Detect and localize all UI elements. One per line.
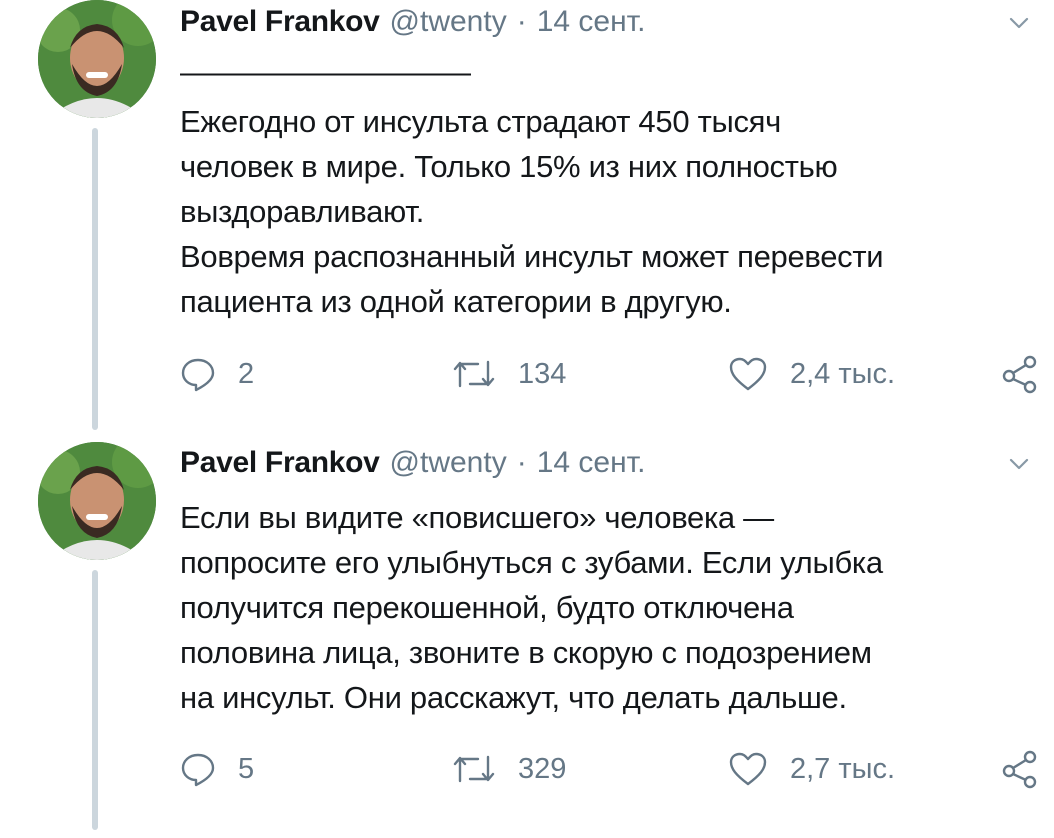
avatar[interactable] — [38, 0, 156, 118]
tweet-actions: 2 134 2,4 тыс. — [180, 352, 1042, 396]
share-button[interactable] — [1000, 352, 1054, 396]
thread-line — [92, 128, 98, 430]
reply-count: 2 — [238, 357, 255, 390]
like-count: 2,4 тыс. — [790, 357, 896, 390]
divider-text: —————————— — [180, 56, 471, 89]
like-button[interactable]: 2,4 тыс. — [728, 352, 895, 396]
avatar[interactable] — [38, 442, 156, 560]
reply-icon — [181, 358, 215, 392]
author-handle[interactable]: @twenty — [390, 5, 507, 39]
chevron-down-icon[interactable] — [1008, 12, 1030, 34]
reply-button[interactable]: 2 — [180, 352, 254, 396]
retweet-count: 134 — [518, 357, 567, 390]
retweet-count: 329 — [518, 752, 567, 785]
author-handle[interactable]: @twenty — [390, 446, 507, 480]
reply-button[interactable]: 5 — [180, 747, 254, 791]
like-button[interactable]: 2,7 тыс. — [728, 747, 895, 791]
tweet-header: Pavel Frankov @twenty · 14 сент. — [180, 2, 645, 42]
separator: · — [516, 446, 527, 479]
tweet-header: Pavel Frankov @twenty · 14 сент. — [180, 443, 645, 483]
thread-line — [92, 570, 98, 830]
author-name[interactable]: Pavel Frankov — [180, 446, 380, 480]
tweet-text: Если вы видите «повисшего» человека — по… — [180, 500, 883, 715]
share-icon — [1002, 355, 1037, 394]
share-icon — [1002, 750, 1037, 789]
heart-icon — [729, 357, 767, 391]
reply-count: 5 — [238, 752, 255, 785]
reply-icon — [181, 753, 215, 787]
retweet-icon — [453, 755, 495, 783]
retweet-button[interactable]: 329 — [452, 747, 566, 791]
tweet-text: Ежегодно от инсульта страдают 450 тысяч … — [180, 104, 884, 319]
heart-icon — [729, 752, 767, 786]
share-button[interactable] — [1000, 747, 1054, 791]
author-name[interactable]: Pavel Frankov — [180, 5, 380, 39]
tweet-actions: 5 329 2,7 тыс. — [180, 747, 1042, 791]
retweet-icon — [453, 360, 495, 388]
tweet-date[interactable]: 14 сент. — [537, 5, 646, 39]
retweet-button[interactable]: 134 — [452, 352, 566, 396]
tweet-date[interactable]: 14 сент. — [537, 446, 646, 480]
like-count: 2,7 тыс. — [790, 752, 896, 785]
separator: · — [516, 5, 527, 38]
chevron-down-icon[interactable] — [1008, 453, 1030, 475]
